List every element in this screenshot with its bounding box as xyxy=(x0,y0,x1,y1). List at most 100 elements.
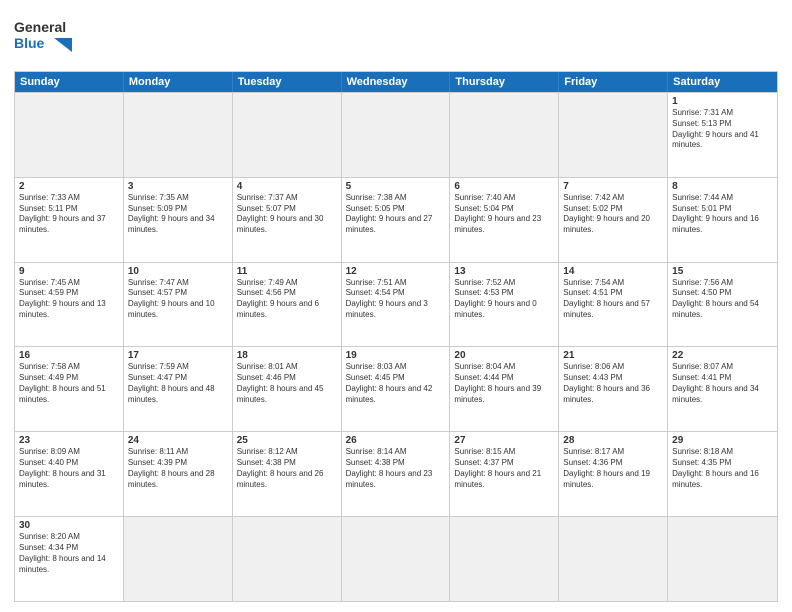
day-number: 18 xyxy=(237,350,337,361)
day-info: Sunrise: 7:51 AM Sunset: 4:54 PM Dayligh… xyxy=(346,278,446,321)
calendar-cell xyxy=(342,517,451,601)
calendar-cell: 20Sunrise: 8:04 AM Sunset: 4:44 PM Dayli… xyxy=(450,347,559,431)
day-number: 1 xyxy=(672,96,773,107)
calendar-cell: 10Sunrise: 7:47 AM Sunset: 4:57 PM Dayli… xyxy=(124,263,233,347)
calendar-cell xyxy=(233,93,342,177)
day-info: Sunrise: 8:20 AM Sunset: 4:34 PM Dayligh… xyxy=(19,532,119,575)
calendar-cell xyxy=(559,517,668,601)
logo-area: General Blue xyxy=(14,10,84,63)
day-info: Sunrise: 7:33 AM Sunset: 5:11 PM Dayligh… xyxy=(19,193,119,236)
day-number: 6 xyxy=(454,181,554,192)
day-info: Sunrise: 7:42 AM Sunset: 5:02 PM Dayligh… xyxy=(563,193,663,236)
header-tuesday: Tuesday xyxy=(233,72,342,92)
calendar-cell: 5Sunrise: 7:38 AM Sunset: 5:05 PM Daylig… xyxy=(342,178,451,262)
day-number: 4 xyxy=(237,181,337,192)
day-info: Sunrise: 8:01 AM Sunset: 4:46 PM Dayligh… xyxy=(237,362,337,405)
day-number: 21 xyxy=(563,350,663,361)
calendar-cell: 11Sunrise: 7:49 AM Sunset: 4:56 PM Dayli… xyxy=(233,263,342,347)
day-number: 15 xyxy=(672,266,773,277)
calendar-cell: 17Sunrise: 7:59 AM Sunset: 4:47 PM Dayli… xyxy=(124,347,233,431)
calendar-row-5: 30Sunrise: 8:20 AM Sunset: 4:34 PM Dayli… xyxy=(15,516,777,601)
day-info: Sunrise: 8:07 AM Sunset: 4:41 PM Dayligh… xyxy=(672,362,773,405)
day-info: Sunrise: 7:38 AM Sunset: 5:05 PM Dayligh… xyxy=(346,193,446,236)
day-number: 19 xyxy=(346,350,446,361)
logo: General Blue xyxy=(14,10,84,63)
day-info: Sunrise: 7:54 AM Sunset: 4:51 PM Dayligh… xyxy=(563,278,663,321)
page: General Blue Sunday Monday Tuesday Wedne… xyxy=(0,0,792,612)
calendar-row-2: 9Sunrise: 7:45 AM Sunset: 4:59 PM Daylig… xyxy=(15,262,777,347)
calendar-cell xyxy=(668,517,777,601)
day-info: Sunrise: 7:49 AM Sunset: 4:56 PM Dayligh… xyxy=(237,278,337,321)
calendar-row-4: 23Sunrise: 8:09 AM Sunset: 4:40 PM Dayli… xyxy=(15,431,777,516)
day-number: 2 xyxy=(19,181,119,192)
calendar-cell xyxy=(450,517,559,601)
calendar-cell: 23Sunrise: 8:09 AM Sunset: 4:40 PM Dayli… xyxy=(15,432,124,516)
calendar-row-0: 1Sunrise: 7:31 AM Sunset: 5:13 PM Daylig… xyxy=(15,92,777,177)
calendar-cell: 2Sunrise: 7:33 AM Sunset: 5:11 PM Daylig… xyxy=(15,178,124,262)
day-info: Sunrise: 8:18 AM Sunset: 4:35 PM Dayligh… xyxy=(672,447,773,490)
day-number: 13 xyxy=(454,266,554,277)
header-monday: Monday xyxy=(124,72,233,92)
calendar-cell: 1Sunrise: 7:31 AM Sunset: 5:13 PM Daylig… xyxy=(668,93,777,177)
calendar-cell: 21Sunrise: 8:06 AM Sunset: 4:43 PM Dayli… xyxy=(559,347,668,431)
header: General Blue xyxy=(14,10,778,63)
day-info: Sunrise: 7:40 AM Sunset: 5:04 PM Dayligh… xyxy=(454,193,554,236)
calendar-cell xyxy=(15,93,124,177)
day-info: Sunrise: 8:11 AM Sunset: 4:39 PM Dayligh… xyxy=(128,447,228,490)
day-number: 25 xyxy=(237,435,337,446)
day-number: 5 xyxy=(346,181,446,192)
calendar-cell xyxy=(342,93,451,177)
calendar-body: 1Sunrise: 7:31 AM Sunset: 5:13 PM Daylig… xyxy=(15,92,777,601)
day-info: Sunrise: 8:04 AM Sunset: 4:44 PM Dayligh… xyxy=(454,362,554,405)
calendar-header: Sunday Monday Tuesday Wednesday Thursday… xyxy=(15,72,777,92)
day-info: Sunrise: 7:35 AM Sunset: 5:09 PM Dayligh… xyxy=(128,193,228,236)
day-number: 23 xyxy=(19,435,119,446)
day-number: 9 xyxy=(19,266,119,277)
day-info: Sunrise: 7:31 AM Sunset: 5:13 PM Dayligh… xyxy=(672,108,773,151)
calendar-cell: 8Sunrise: 7:44 AM Sunset: 5:01 PM Daylig… xyxy=(668,178,777,262)
day-number: 11 xyxy=(237,266,337,277)
calendar-cell xyxy=(124,517,233,601)
calendar-cell: 28Sunrise: 8:17 AM Sunset: 4:36 PM Dayli… xyxy=(559,432,668,516)
day-info: Sunrise: 8:12 AM Sunset: 4:38 PM Dayligh… xyxy=(237,447,337,490)
calendar-cell: 13Sunrise: 7:52 AM Sunset: 4:53 PM Dayli… xyxy=(450,263,559,347)
day-number: 28 xyxy=(563,435,663,446)
day-info: Sunrise: 7:37 AM Sunset: 5:07 PM Dayligh… xyxy=(237,193,337,236)
calendar-row-3: 16Sunrise: 7:58 AM Sunset: 4:49 PM Dayli… xyxy=(15,346,777,431)
day-number: 24 xyxy=(128,435,228,446)
day-info: Sunrise: 7:59 AM Sunset: 4:47 PM Dayligh… xyxy=(128,362,228,405)
calendar-cell: 4Sunrise: 7:37 AM Sunset: 5:07 PM Daylig… xyxy=(233,178,342,262)
day-number: 3 xyxy=(128,181,228,192)
calendar-row-1: 2Sunrise: 7:33 AM Sunset: 5:11 PM Daylig… xyxy=(15,177,777,262)
day-number: 8 xyxy=(672,181,773,192)
calendar: Sunday Monday Tuesday Wednesday Thursday… xyxy=(14,71,778,602)
calendar-cell: 14Sunrise: 7:54 AM Sunset: 4:51 PM Dayli… xyxy=(559,263,668,347)
day-info: Sunrise: 8:15 AM Sunset: 4:37 PM Dayligh… xyxy=(454,447,554,490)
calendar-cell: 3Sunrise: 7:35 AM Sunset: 5:09 PM Daylig… xyxy=(124,178,233,262)
calendar-cell: 16Sunrise: 7:58 AM Sunset: 4:49 PM Dayli… xyxy=(15,347,124,431)
calendar-cell: 25Sunrise: 8:12 AM Sunset: 4:38 PM Dayli… xyxy=(233,432,342,516)
day-number: 12 xyxy=(346,266,446,277)
calendar-cell: 7Sunrise: 7:42 AM Sunset: 5:02 PM Daylig… xyxy=(559,178,668,262)
day-number: 29 xyxy=(672,435,773,446)
calendar-cell: 15Sunrise: 7:56 AM Sunset: 4:50 PM Dayli… xyxy=(668,263,777,347)
day-info: Sunrise: 7:47 AM Sunset: 4:57 PM Dayligh… xyxy=(128,278,228,321)
day-number: 7 xyxy=(563,181,663,192)
calendar-cell: 30Sunrise: 8:20 AM Sunset: 4:34 PM Dayli… xyxy=(15,517,124,601)
day-info: Sunrise: 7:52 AM Sunset: 4:53 PM Dayligh… xyxy=(454,278,554,321)
calendar-cell: 27Sunrise: 8:15 AM Sunset: 4:37 PM Dayli… xyxy=(450,432,559,516)
day-info: Sunrise: 7:44 AM Sunset: 5:01 PM Dayligh… xyxy=(672,193,773,236)
calendar-cell xyxy=(559,93,668,177)
header-thursday: Thursday xyxy=(450,72,559,92)
day-number: 20 xyxy=(454,350,554,361)
day-info: Sunrise: 7:45 AM Sunset: 4:59 PM Dayligh… xyxy=(19,278,119,321)
day-info: Sunrise: 7:56 AM Sunset: 4:50 PM Dayligh… xyxy=(672,278,773,321)
day-info: Sunrise: 8:09 AM Sunset: 4:40 PM Dayligh… xyxy=(19,447,119,490)
svg-text:General: General xyxy=(14,19,66,35)
calendar-cell: 18Sunrise: 8:01 AM Sunset: 4:46 PM Dayli… xyxy=(233,347,342,431)
day-number: 30 xyxy=(19,520,119,531)
day-info: Sunrise: 8:03 AM Sunset: 4:45 PM Dayligh… xyxy=(346,362,446,405)
calendar-cell: 19Sunrise: 8:03 AM Sunset: 4:45 PM Dayli… xyxy=(342,347,451,431)
day-info: Sunrise: 8:17 AM Sunset: 4:36 PM Dayligh… xyxy=(563,447,663,490)
calendar-cell: 6Sunrise: 7:40 AM Sunset: 5:04 PM Daylig… xyxy=(450,178,559,262)
